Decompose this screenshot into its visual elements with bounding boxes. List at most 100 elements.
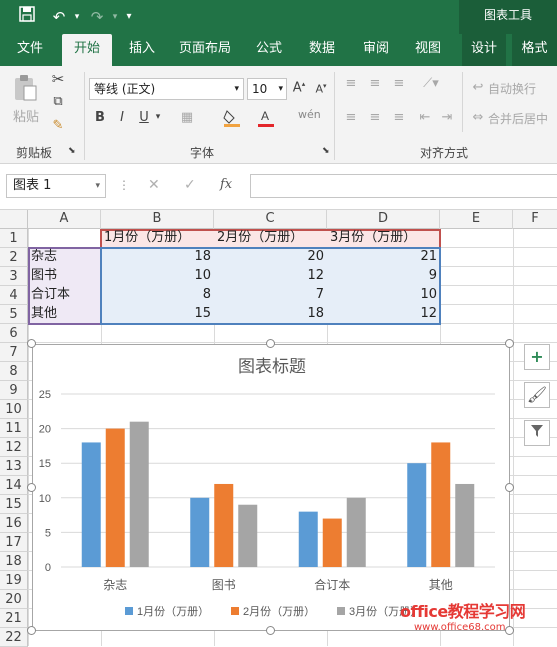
enter-icon[interactable]: ✓ (184, 177, 196, 193)
increase-indent-icon[interactable]: ⇥ (438, 110, 456, 125)
row-header-16[interactable]: 16 (0, 514, 28, 533)
align-bottom-icon[interactable]: ≡ (390, 76, 408, 91)
resize-handle[interactable] (27, 483, 36, 492)
row-header-8[interactable]: 8 (0, 362, 28, 381)
cut-icon[interactable]: ✂ (48, 70, 68, 88)
row-header-5[interactable]: 5 (0, 305, 28, 324)
column-header-b[interactable]: B (101, 210, 214, 229)
tab-page-layout[interactable]: 页面布局 (172, 34, 238, 66)
save-icon[interactable] (16, 6, 38, 28)
category-cell[interactable]: 图书 (28, 267, 101, 286)
row-header-21[interactable]: 21 (0, 609, 28, 628)
tab-formulas[interactable]: 公式 (248, 34, 290, 66)
row-header-2[interactable]: 2 (0, 248, 28, 267)
row-header-14[interactable]: 14 (0, 476, 28, 495)
decrease-font-icon[interactable]: A▾ (312, 82, 330, 96)
row-header-10[interactable]: 10 (0, 400, 28, 419)
column-header-d[interactable]: D (327, 210, 440, 229)
resize-handle[interactable] (505, 626, 514, 635)
row-header-3[interactable]: 3 (0, 267, 28, 286)
value-cell[interactable]: 21 (327, 248, 440, 267)
font-size-select[interactable]: 10 ▾ (247, 78, 287, 100)
tab-home[interactable]: 开始 (62, 34, 112, 66)
font-color-icon[interactable]: A (256, 108, 276, 132)
increase-font-icon[interactable]: A▴ (290, 80, 308, 95)
paste-button[interactable]: 粘贴 (10, 106, 42, 125)
fill-color-icon[interactable] (222, 108, 242, 132)
font-name-select[interactable]: 等线 (正文) ▾ (89, 78, 244, 100)
column-header-f[interactable]: F (513, 210, 557, 229)
resize-handle[interactable] (266, 626, 275, 635)
value-cell[interactable]: 9 (327, 267, 440, 286)
undo-dropdown-icon[interactable]: ▾ (66, 6, 88, 28)
font-launcher-icon[interactable]: ⬊ (322, 146, 330, 156)
chart-elements-icon[interactable]: + (524, 344, 550, 370)
tab-view[interactable]: 视图 (406, 34, 450, 66)
value-cell[interactable]: 10 (327, 286, 440, 305)
borders-icon[interactable]: ▦ (178, 110, 196, 125)
category-cell[interactable]: 合订本 (28, 286, 101, 305)
row-header-15[interactable]: 15 (0, 495, 28, 514)
column-header-c[interactable]: C (214, 210, 327, 229)
paste-icon[interactable] (10, 74, 40, 102)
chart-object[interactable]: 图表标题 0 5 10 15 20 25 杂志 图书 合订本 其他 1月份（万册） 2月份（万册） 3月份… (32, 344, 510, 631)
row-header-4[interactable]: 4 (0, 286, 28, 305)
row-header-18[interactable]: 18 (0, 552, 28, 571)
wrap-text-button[interactable]: 自动换行 (488, 80, 536, 97)
row-header-9[interactable]: 9 (0, 381, 28, 400)
resize-handle[interactable] (27, 339, 36, 348)
chart-styles-icon[interactable]: 🖌 (524, 382, 550, 408)
value-cell[interactable]: 7 (214, 286, 327, 305)
align-top-icon[interactable]: ≡ (342, 76, 360, 91)
resize-handle[interactable] (266, 339, 275, 348)
align-middle-icon[interactable]: ≡ (366, 76, 384, 91)
name-box[interactable]: 图表 1 ▾ (6, 174, 106, 198)
value-cell[interactable]: 12 (327, 305, 440, 324)
column-header-e[interactable]: E (440, 210, 513, 229)
tab-insert[interactable]: 插入 (122, 34, 162, 66)
row-header-12[interactable]: 12 (0, 438, 28, 457)
row-header-13[interactable]: 13 (0, 457, 28, 476)
tab-review[interactable]: 审阅 (354, 34, 398, 66)
value-cell[interactable]: 8 (101, 286, 214, 305)
value-cell[interactable]: 20 (214, 248, 327, 267)
tab-data[interactable]: 数据 (300, 34, 344, 66)
merge-center-button[interactable]: 合并后居中 (488, 110, 548, 127)
insert-function-icon[interactable]: fx (220, 177, 232, 192)
row-header-11[interactable]: 11 (0, 419, 28, 438)
value-cell[interactable]: 18 (101, 248, 214, 267)
category-cell[interactable]: 其他 (28, 305, 101, 324)
merge-center-icon[interactable]: ⇔ (470, 110, 486, 125)
row-header-17[interactable]: 17 (0, 533, 28, 552)
customize-qat-icon[interactable]: ▾ (118, 6, 140, 28)
copy-icon[interactable]: ⧉ (48, 94, 68, 109)
row-header-7[interactable]: 7 (0, 343, 28, 362)
phonetic-guide-icon[interactable]: wén (298, 108, 321, 121)
align-right-icon[interactable]: ≡ (390, 110, 408, 125)
decrease-indent-icon[interactable]: ⇤ (416, 110, 434, 125)
tab-format[interactable]: 格式 (512, 34, 557, 66)
align-center-icon[interactable]: ≡ (366, 110, 384, 125)
value-cell[interactable]: 12 (214, 267, 327, 286)
column-chart[interactable]: 图表标题0510152025杂志 图书 合订本 其他1月份（万册） 2月份（万册） 3月份… (33, 345, 511, 632)
row-header-22[interactable]: 22 (0, 628, 28, 647)
formula-input[interactable] (250, 174, 557, 198)
header-cell[interactable]: 1月份（万册） (101, 229, 214, 248)
clipboard-launcher-icon[interactable]: ⬊ (68, 146, 76, 156)
header-cell[interactable]: 2月份（万册） (214, 229, 327, 248)
format-painter-icon[interactable]: ✎ (48, 118, 68, 133)
underline-icon[interactable]: U (136, 110, 152, 125)
orientation-icon[interactable]: ⟋▾ (416, 76, 446, 91)
wrap-text-icon[interactable]: ↩ (470, 80, 486, 95)
tab-design[interactable]: 设计 (462, 34, 506, 66)
cancel-icon[interactable]: ✕ (148, 177, 160, 193)
resize-handle[interactable] (505, 339, 514, 348)
resize-handle[interactable] (505, 483, 514, 492)
header-cell[interactable]: 3月份（万册） (327, 229, 440, 248)
category-cell[interactable]: 杂志 (28, 248, 101, 267)
column-header-a[interactable]: A (28, 210, 101, 229)
chart-filters-icon[interactable] (524, 420, 550, 446)
chevron-down-icon[interactable]: ▾ (153, 112, 163, 122)
italic-icon[interactable]: I (114, 110, 130, 125)
value-cell[interactable]: 15 (101, 305, 214, 324)
